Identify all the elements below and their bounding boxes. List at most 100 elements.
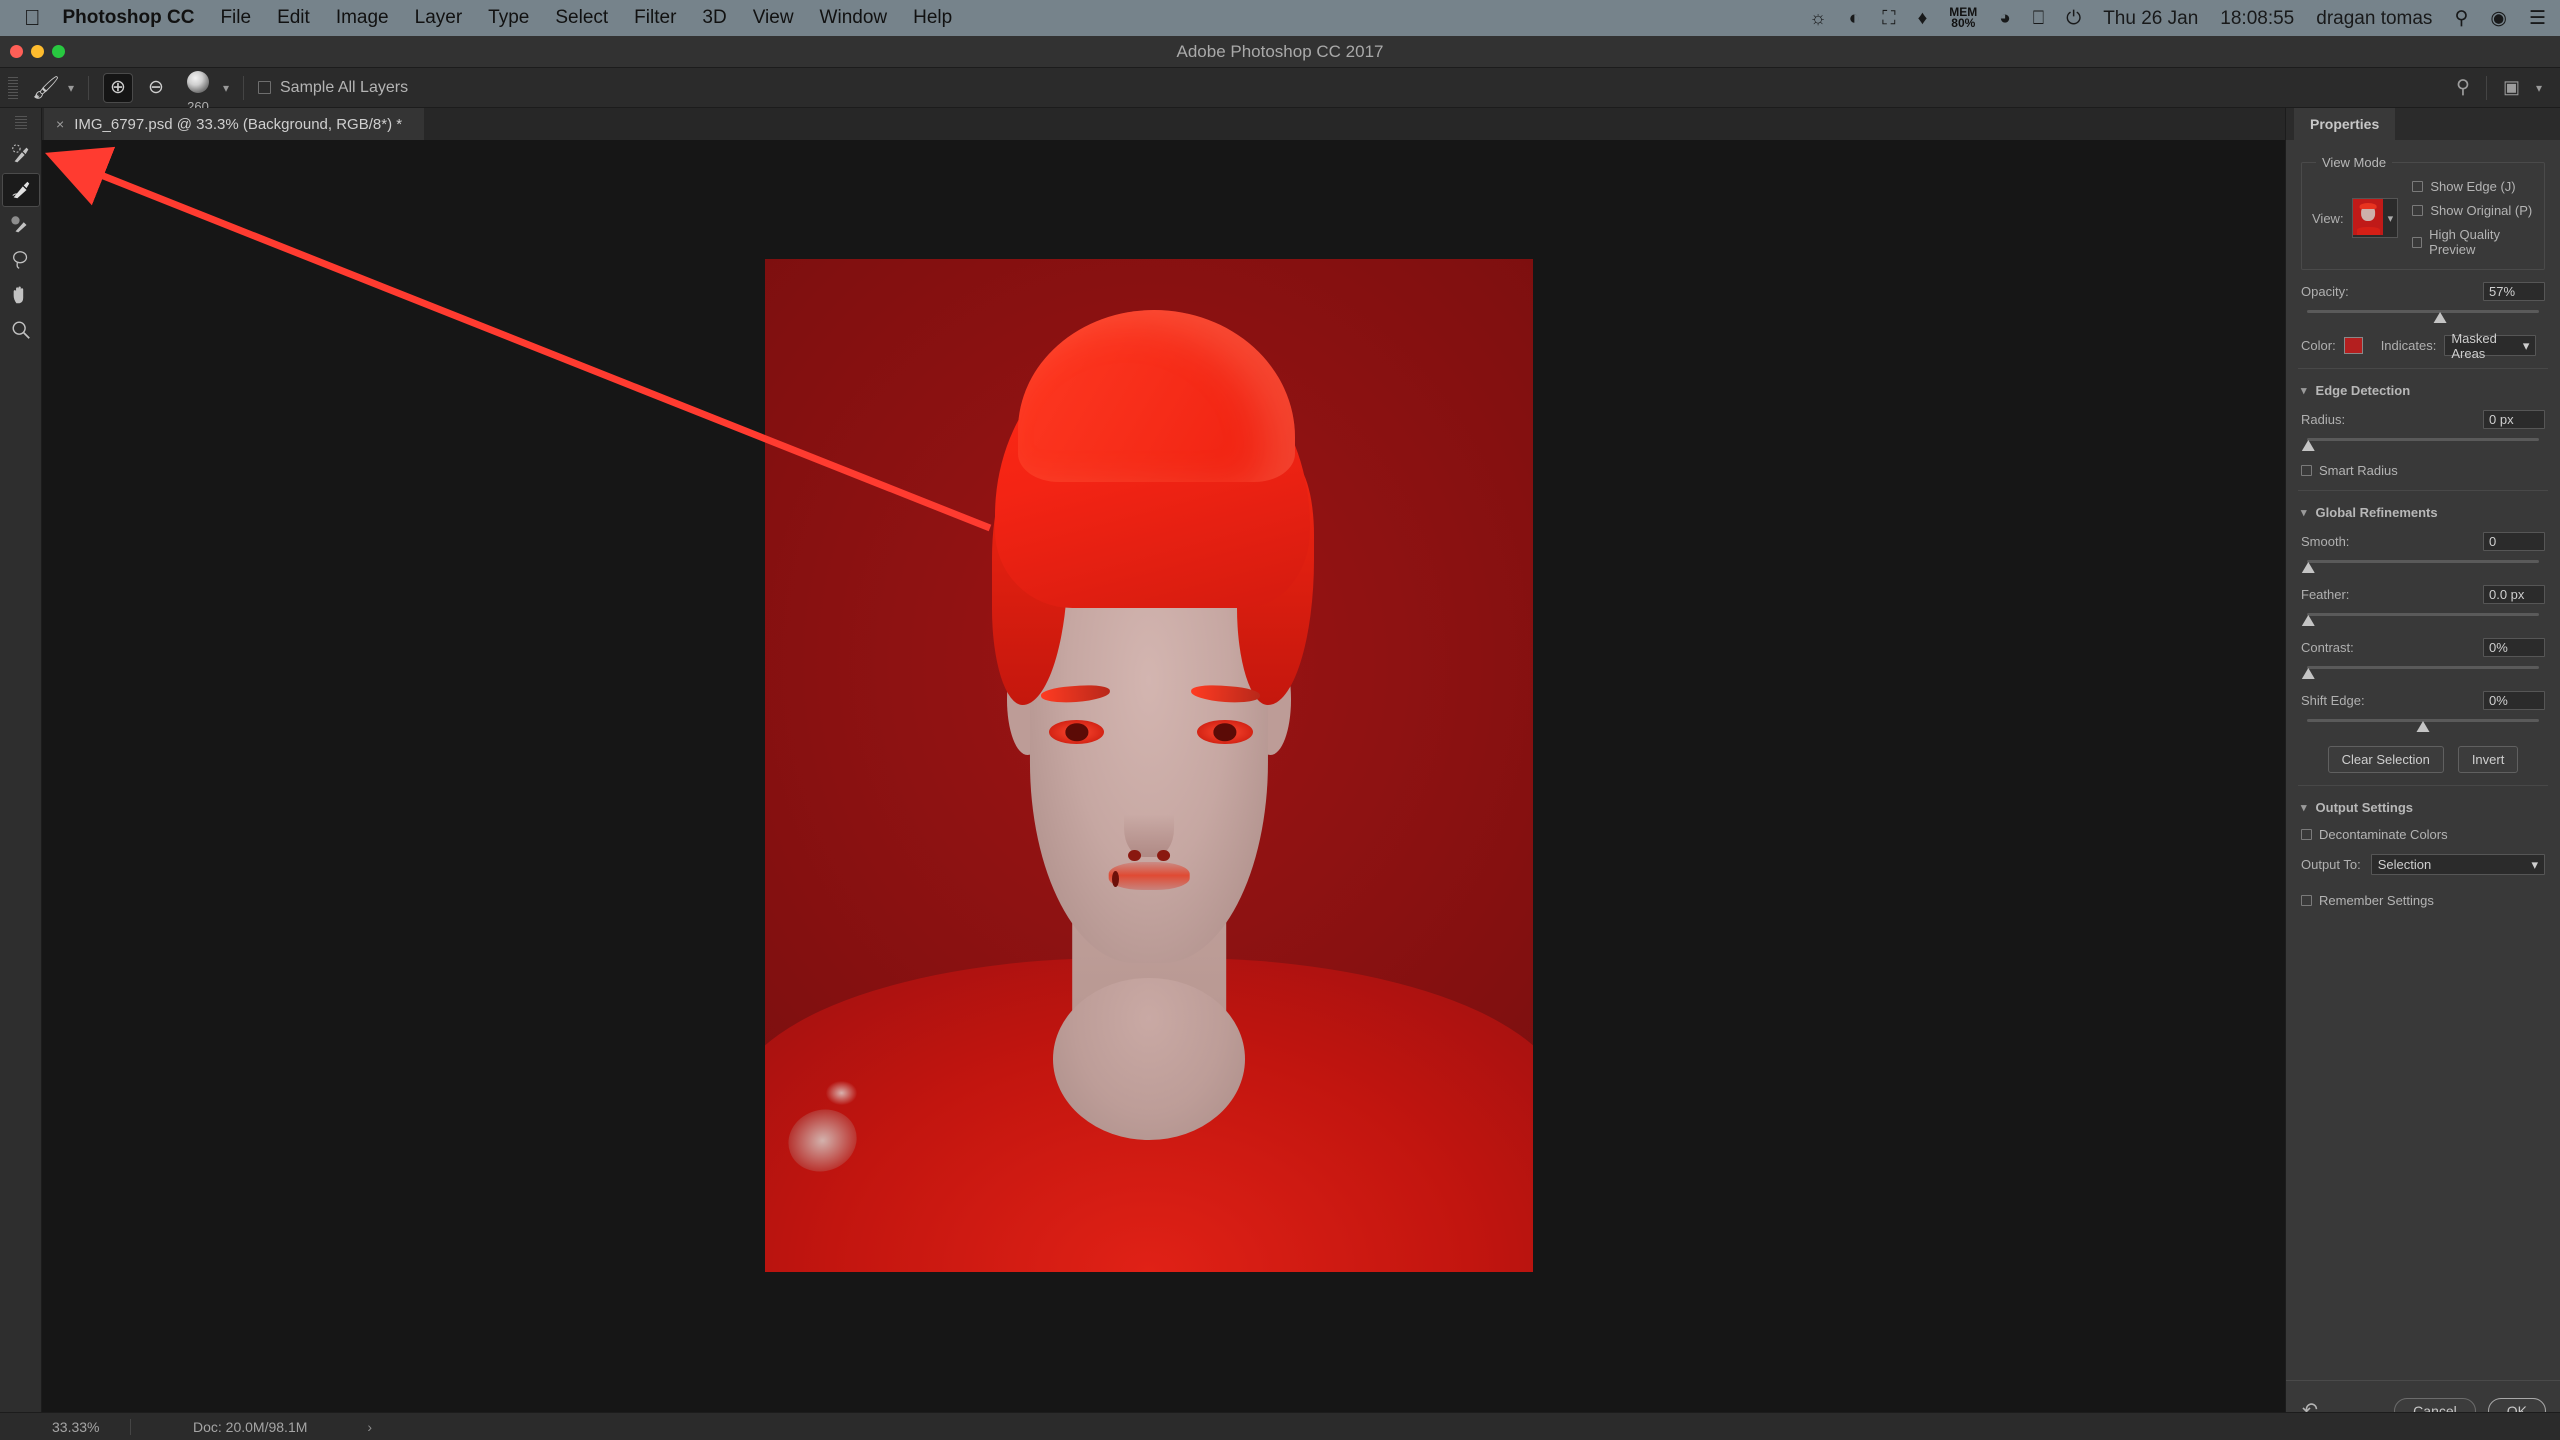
feather-input[interactable]: 0.0 px — [2483, 585, 2545, 604]
feather-slider[interactable] — [2301, 610, 2545, 626]
wifi-icon[interactable]: ◕ — [1999, 9, 2010, 28]
battery-icon[interactable]: ⏻ — [2066, 9, 2081, 28]
checkbox-show-original[interactable]: Show Original (P) — [2412, 203, 2534, 218]
invert-button[interactable]: Invert — [2457, 746, 2519, 773]
section-edge-detection[interactable]: ▾ Edge Detection — [2301, 383, 2545, 398]
status-chevron-icon[interactable]: › — [367, 1419, 372, 1435]
brightness-icon[interactable]: ☼ — [1809, 9, 1826, 28]
shift-edge-input[interactable]: 0% — [2483, 691, 2545, 710]
contrast-slider[interactable] — [2301, 663, 2545, 679]
dropbox-icon[interactable]: ◐ — [1849, 9, 1860, 28]
subject-eye-right — [1197, 719, 1253, 745]
zoom-level[interactable]: 33.33% — [52, 1419, 130, 1435]
refine-edge-brush-tool[interactable] — [1, 173, 40, 207]
brush-tool[interactable] — [2, 208, 40, 242]
opacity-slider[interactable] — [2301, 307, 2545, 323]
slider-track — [2307, 560, 2539, 563]
slider-thumb[interactable] — [2301, 562, 2315, 573]
drive-icon[interactable]: ♦ — [1918, 9, 1928, 28]
radius-slider[interactable] — [2301, 435, 2545, 451]
memory-value: 80% — [1951, 16, 1976, 30]
view-mode-preview-dropdown[interactable]: ▾ — [2352, 198, 2399, 238]
chevron-down-icon[interactable]: ▾ — [2301, 801, 2307, 814]
menu-time[interactable]: 18:08:55 — [2220, 9, 2294, 28]
checkbox-show-edge[interactable]: Show Edge (J) — [2412, 179, 2534, 194]
radius-row: Radius: 0 px — [2301, 410, 2545, 429]
document-tab[interactable]: × IMG_6797.psd @ 33.3% (Background, RGB/… — [44, 108, 425, 140]
output-to-dropdown[interactable]: Selection ▾ — [2370, 854, 2545, 875]
opacity-input[interactable]: 57% — [2483, 282, 2545, 301]
mask-color-swatch[interactable] — [2343, 337, 2363, 354]
chevron-down-icon[interactable]: ▾ — [2383, 199, 2398, 237]
menu-item-layer[interactable]: Layer — [415, 7, 463, 29]
menu-item-window[interactable]: Window — [820, 7, 888, 29]
chevron-down-icon[interactable]: ▾ — [2301, 506, 2307, 519]
slider-thumb[interactable] — [2433, 312, 2447, 323]
sample-all-layers-checkbox[interactable]: Sample All Layers — [258, 79, 408, 97]
checkbox-smart-radius[interactable]: Smart Radius — [2301, 463, 2545, 478]
slider-thumb[interactable] — [2301, 668, 2315, 679]
zoom-tool[interactable] — [2, 313, 40, 347]
menu-app-name[interactable]: Photoshop CC — [63, 7, 195, 29]
radius-input[interactable]: 0 px — [2483, 410, 2545, 429]
tab-properties[interactable]: Properties — [2294, 108, 2396, 140]
slider-thumb[interactable] — [2416, 721, 2430, 732]
workspace-chevron-down-icon[interactable]: ▾ — [2536, 81, 2542, 95]
color-label: Color: — [2301, 338, 2336, 353]
checkbox-box — [2301, 895, 2312, 906]
shift-edge-slider[interactable] — [2301, 716, 2545, 732]
indicates-dropdown[interactable]: Masked Areas ▾ — [2444, 331, 2537, 361]
brush-options-chevron-down-icon[interactable]: ▾ — [223, 81, 229, 95]
shirt-neckline — [1053, 978, 1245, 1141]
smooth-slider[interactable] — [2301, 557, 2545, 573]
section-output-settings[interactable]: ▾ Output Settings — [2301, 800, 2545, 815]
search-icon[interactable]: ⚲ — [2456, 76, 2470, 99]
tools-panel-grip[interactable] — [14, 116, 27, 130]
contrast-row: Contrast: 0% — [2301, 638, 2545, 657]
menu-item-file[interactable]: File — [220, 7, 251, 29]
menu-item-filter[interactable]: Filter — [634, 7, 676, 29]
clear-selection-button[interactable]: Clear Selection — [2327, 746, 2444, 773]
feather-label: Feather: — [2301, 587, 2350, 602]
refine-edge-brush-icon[interactable]: 🖌 — [32, 75, 60, 101]
menu-item-image[interactable]: Image — [336, 7, 389, 29]
smooth-input[interactable]: 0 — [2483, 532, 2545, 551]
checkbox-high-quality-preview[interactable]: High Quality Preview — [2412, 227, 2534, 257]
workspace-switcher-icon[interactable]: ▣ — [2503, 77, 2520, 98]
brush-size-preview[interactable]: 260 — [181, 70, 215, 114]
checkbox-decontaminate-colors[interactable]: Decontaminate Colors — [2301, 827, 2545, 842]
menu-user-name[interactable]: dragan tomas — [2316, 9, 2432, 28]
lasso-tool[interactable] — [2, 243, 40, 277]
canvas-stage[interactable] — [42, 140, 2285, 1412]
memory-indicator[interactable]: MEM 80% — [1949, 6, 1977, 30]
menu-item-edit[interactable]: Edit — [277, 7, 310, 29]
menu-item-3d[interactable]: 3D — [702, 7, 726, 29]
slider-thumb[interactable] — [2301, 615, 2315, 626]
options-bar-grip[interactable] — [8, 76, 18, 99]
add-to-selection-button[interactable]: ⊕ — [102, 72, 133, 103]
image-canvas[interactable] — [765, 259, 1533, 1272]
display-icon[interactable]: ⛶ — [1882, 9, 1895, 28]
menu-item-help[interactable]: Help — [913, 7, 952, 29]
view-mode-checkboxes: Show Edge (J) Show Original (P) High Qua… — [2412, 179, 2534, 257]
airplay-icon[interactable]: ⎕ — [2033, 9, 2044, 28]
subtract-from-selection-button[interactable]: ⊖ — [141, 73, 171, 103]
menu-item-select[interactable]: Select — [555, 7, 608, 29]
chevron-down-icon[interactable]: ▾ — [2301, 384, 2307, 397]
menu-item-type[interactable]: Type — [488, 7, 529, 29]
apple-icon[interactable]:  — [24, 7, 41, 29]
contrast-input[interactable]: 0% — [2483, 638, 2545, 657]
menu-date[interactable]: Thu 26 Jan — [2103, 9, 2198, 28]
close-icon[interactable]: × — [56, 116, 64, 132]
siri-icon[interactable]: ◉ — [2490, 9, 2507, 28]
slider-thumb[interactable] — [2301, 440, 2315, 451]
checkbox-remember-settings[interactable]: Remember Settings — [2301, 893, 2545, 908]
search-icon[interactable]: ⚲ — [2454, 9, 2468, 28]
notification-center-icon[interactable]: ☰ — [2529, 9, 2546, 28]
quick-selection-tool[interactable] — [2, 138, 40, 172]
chevron-down-icon[interactable]: ▾ — [68, 81, 74, 95]
section-global-refinements[interactable]: ▾ Global Refinements — [2301, 505, 2545, 520]
output-to-row: Output To: Selection ▾ — [2301, 854, 2545, 875]
menu-item-view[interactable]: View — [753, 7, 794, 29]
hand-tool[interactable] — [2, 278, 40, 312]
